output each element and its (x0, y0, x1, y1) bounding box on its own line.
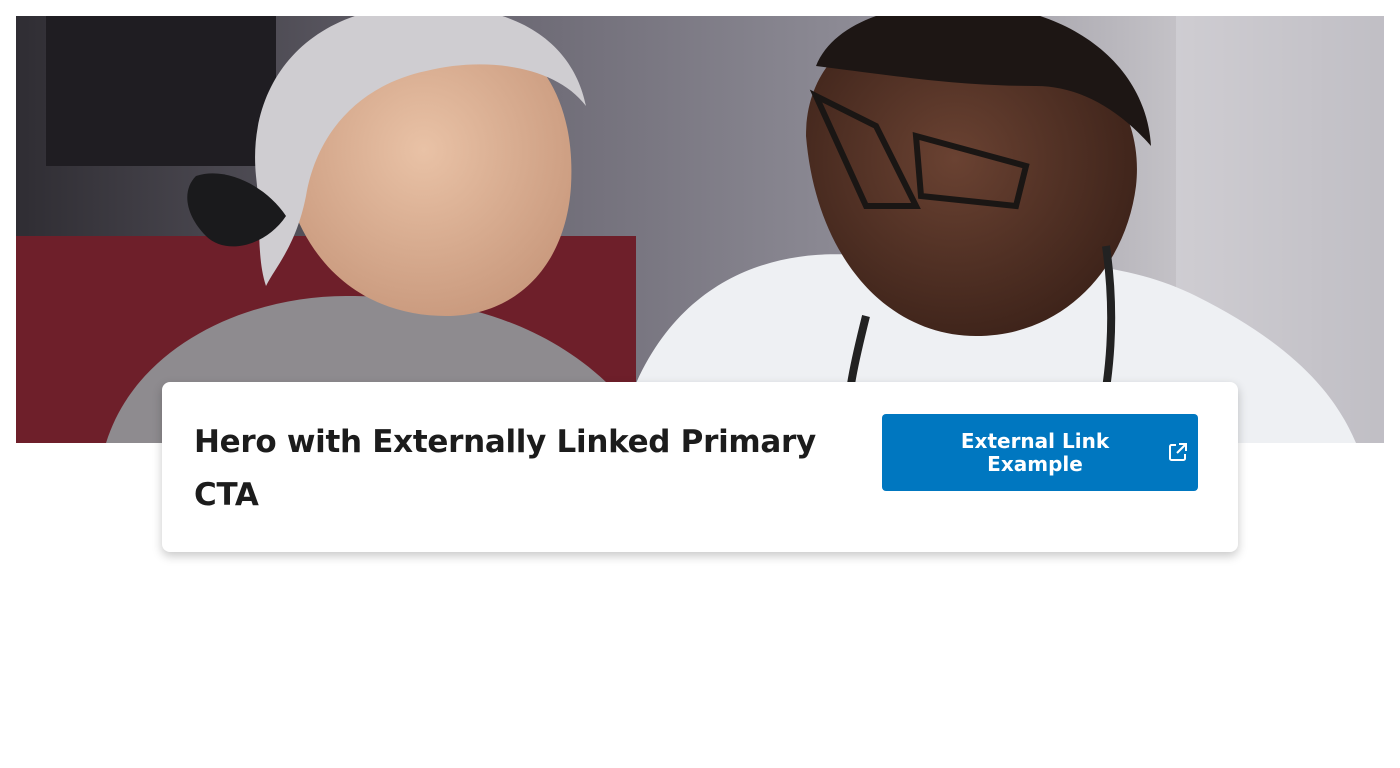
hero-card: Hero with Externally Linked Primary CTA … (162, 382, 1238, 552)
hero-photo-illustration (16, 16, 1384, 443)
hero-image (16, 16, 1384, 443)
cta-label: External Link Example (960, 428, 1110, 476)
external-link-cta-button[interactable]: External Link Example (882, 414, 1198, 491)
hero-title: Hero with Externally Linked Primary CTA (194, 424, 816, 513)
external-link-icon (1168, 442, 1188, 462)
page: Hero with Externally Linked Primary CTA … (0, 0, 1400, 768)
